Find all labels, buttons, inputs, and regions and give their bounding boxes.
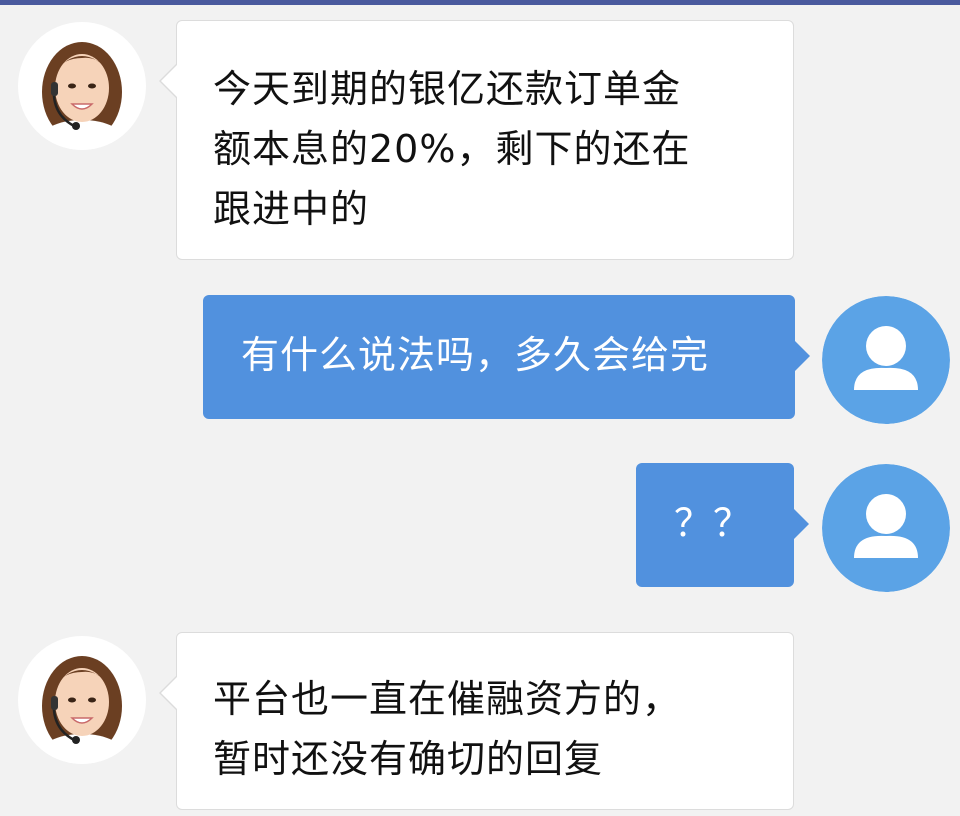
user-icon: [822, 296, 950, 424]
message-bubble-user[interactable]: ？？: [636, 463, 809, 587]
user-avatar[interactable]: [822, 296, 950, 424]
message-text: 有什么说法吗，多久会给完: [241, 333, 710, 377]
bubble-tail: [793, 508, 809, 540]
bubble-tail: [161, 677, 177, 709]
message-text-line: 今天到期的银亿还款订单金: [213, 67, 682, 111]
customer-service-agent-avatar-icon: [18, 22, 146, 150]
message-text-line: 跟进中的: [213, 187, 370, 231]
chat-thread[interactable]: 今天到期的银亿还款订单金 额本息的20%，剩下的还在 跟进中的 有什么说法吗，多…: [0, 0, 960, 816]
bubble-tail: [794, 340, 810, 372]
user-avatar[interactable]: [822, 464, 950, 592]
message-bubble-agent[interactable]: 今天到期的银亿还款订单金 额本息的20%，剩下的还在 跟进中的: [159, 20, 794, 260]
agent-avatar[interactable]: [18, 22, 146, 150]
bubble-tail: [161, 65, 177, 97]
user-icon: [822, 464, 950, 592]
message-text-line: 额本息的20%，剩下的还在: [213, 127, 691, 171]
message-bubble-user[interactable]: 有什么说法吗，多久会给完: [203, 295, 810, 419]
message-text-line: 平台也一直在催融资方的，: [213, 677, 682, 721]
message-text: ？？: [674, 501, 753, 545]
agent-avatar[interactable]: [18, 636, 146, 764]
customer-service-agent-avatar-icon: [18, 636, 146, 764]
message-bubble-agent[interactable]: 平台也一直在催融资方的， 暂时还没有确切的回复: [159, 632, 794, 810]
message-text-line: 暂时还没有确切的回复: [213, 737, 604, 781]
